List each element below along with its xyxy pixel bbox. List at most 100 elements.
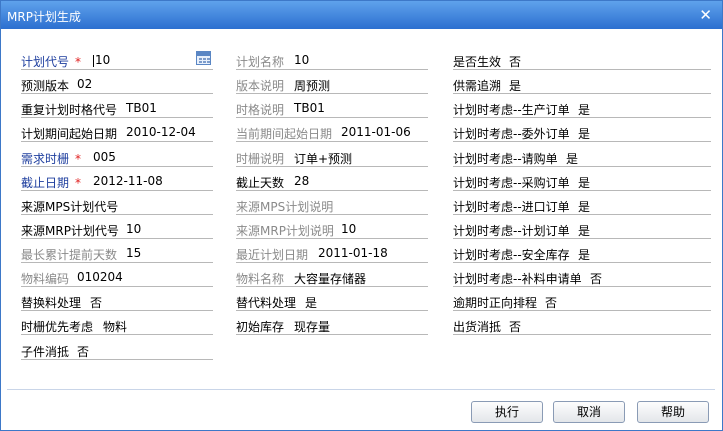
timefence-priority-label: 时栅优先考虑	[21, 320, 94, 334]
initial-stock-value[interactable]: 现存量	[294, 318, 330, 335]
demand-trace-value[interactable]: 是	[509, 77, 521, 94]
src-mrp-desc-field[interactable]: 来源MRP计划说明 10	[236, 219, 428, 239]
src-mps-code-field[interactable]: 来源MPS计划代号	[21, 195, 213, 215]
src-mps-desc-field[interactable]: 来源MPS计划说明	[236, 195, 428, 215]
forecast-version-value[interactable]: 02	[77, 77, 92, 91]
cancel-button[interactable]: 取消	[553, 401, 625, 423]
consider-outsource-field[interactable]: 计划时考虑--委外订单是	[453, 122, 711, 142]
consider-prod-order-label: 计划时考虑--生产订单	[453, 103, 570, 117]
last-plan-date-value[interactable]: 2011-01-18	[318, 246, 388, 260]
timefence-priority-value[interactable]: 物料	[103, 318, 127, 335]
cur-start-date-value[interactable]: 2011-01-06	[341, 125, 411, 139]
src-mrp-code-field[interactable]: 来源MRP计划代号 10	[21, 219, 213, 239]
repeat-plan-fmt-value[interactable]: TB01	[126, 101, 157, 115]
field-underline	[453, 190, 711, 191]
material-name-value[interactable]: 大容量存储器	[294, 270, 366, 287]
cur-start-date-field[interactable]: 当前期间起始日期 2011-01-06	[236, 122, 428, 142]
consider-purchase-value[interactable]: 是	[578, 174, 590, 191]
shipment-offset-value[interactable]: 否	[509, 318, 521, 335]
cutoff-days-value[interactable]: 28	[294, 174, 309, 188]
consider-plan-order-field[interactable]: 计划时考虑--计划订单是	[453, 219, 711, 239]
alternative-material-value[interactable]: 是	[305, 294, 317, 311]
consider-outsource-label: 计划时考虑--委外订单	[453, 127, 570, 141]
repeat-plan-fmt-field[interactable]: 重复计划时格代号 TB01	[21, 98, 213, 118]
version-desc-field[interactable]: 版本说明 周预测	[236, 74, 428, 94]
demand-timefence-field[interactable]: 需求时栅 * 005	[21, 147, 213, 167]
consider-requisition-value[interactable]: 是	[566, 150, 578, 167]
time-fmt-desc-field[interactable]: 时格说明 TB01	[236, 98, 428, 118]
substitute-material-value[interactable]: 否	[90, 294, 102, 311]
field-underline	[453, 334, 711, 335]
last-plan-date-field[interactable]: 最近计划日期 2011-01-18	[236, 243, 428, 263]
version-desc-label: 版本说明	[236, 79, 285, 93]
plan-code-field[interactable]: 计划代号 * 10	[21, 50, 213, 70]
material-code-value[interactable]: 010204	[77, 270, 123, 284]
cutoff-days-field[interactable]: 截止天数 28	[236, 171, 428, 191]
calendar-icon[interactable]	[196, 51, 211, 65]
timefence-desc-field[interactable]: 时栅说明 订单+预测	[236, 147, 428, 167]
text-caret	[93, 54, 94, 67]
plan-name-field[interactable]: 计划名称 10	[236, 50, 428, 70]
max-lead-days-field[interactable]: 最长累计提前天数 15	[21, 243, 213, 263]
consider-import-field[interactable]: 计划时考虑--进口订单是	[453, 195, 711, 215]
plan-start-date-value[interactable]: 2010-12-04	[126, 125, 196, 139]
field-underline	[21, 69, 213, 70]
component-offset-value[interactable]: 否	[77, 343, 89, 360]
consider-safety-stock-field[interactable]: 计划时考虑--安全库存是	[453, 243, 711, 263]
src-mrp-code-value[interactable]: 10	[126, 222, 141, 236]
max-lead-days-label: 最长累计提前天数	[21, 248, 118, 262]
field-underline	[236, 166, 428, 167]
title-bar[interactable]: MRP计划生成 ✕	[1, 1, 722, 29]
initial-stock-field[interactable]: 初始库存 现存量	[236, 315, 428, 335]
consider-replenish-label: 计划时考虑--补料申请单	[453, 272, 582, 286]
field-underline	[236, 334, 428, 335]
is-effective-field[interactable]: 是否生效否	[453, 50, 711, 70]
forecast-version-field[interactable]: 预测版本 02	[21, 74, 213, 94]
consider-plan-order-label: 计划时考虑--计划订单	[453, 224, 570, 238]
src-mrp-desc-value[interactable]: 10	[341, 222, 356, 236]
help-button[interactable]: 帮助	[637, 401, 709, 423]
max-lead-days-value[interactable]: 15	[126, 246, 141, 260]
material-name-field[interactable]: 物料名称 大容量存储器	[236, 267, 428, 287]
consider-prod-order-field[interactable]: 计划时考虑--生产订单是	[453, 98, 711, 118]
timefence-desc-value[interactable]: 订单+预测	[294, 150, 352, 167]
overdue-forward-field[interactable]: 逾期时正向排程否	[453, 291, 711, 311]
consider-safety-stock-label: 计划时考虑--安全库存	[453, 248, 570, 262]
divider	[7, 389, 715, 390]
plan-code-value[interactable]: 10	[93, 53, 110, 67]
consider-import-value[interactable]: 是	[578, 198, 590, 215]
version-desc-value[interactable]: 周预测	[294, 77, 330, 94]
is-effective-value[interactable]: 否	[509, 53, 521, 70]
consider-safety-stock-value[interactable]: 是	[578, 246, 590, 263]
execute-button[interactable]: 执行	[471, 401, 543, 423]
mrp-plan-dialog: MRP计划生成 ✕ 计划代号 * 10 计划名称 10 是否生效否预测版本 02 版本说明 周预…	[0, 0, 723, 431]
alternative-material-field[interactable]: 替代料处理是	[236, 291, 428, 311]
shipment-offset-label: 出货消抵	[453, 320, 502, 334]
consider-prod-order-value[interactable]: 是	[578, 101, 590, 118]
field-underline	[21, 214, 213, 215]
overdue-forward-value[interactable]: 否	[545, 294, 557, 311]
substitute-material-field[interactable]: 替换料处理否	[21, 291, 213, 311]
cutoff-date-value[interactable]: 2012-11-08	[93, 174, 163, 188]
required-star: *	[75, 55, 82, 69]
cutoff-days-label: 截止天数	[236, 176, 285, 190]
component-offset-field[interactable]: 子件消抵否	[21, 340, 213, 360]
close-icon[interactable]: ✕	[699, 6, 712, 24]
cutoff-date-field[interactable]: 截止日期 * 2012-11-08	[21, 171, 213, 191]
consider-requisition-field[interactable]: 计划时考虑--请购单是	[453, 147, 711, 167]
consider-replenish-value[interactable]: 否	[590, 270, 602, 287]
shipment-offset-field[interactable]: 出货消抵否	[453, 315, 711, 335]
time-fmt-desc-value[interactable]: TB01	[294, 101, 325, 115]
consider-outsource-value[interactable]: 是	[578, 125, 590, 142]
material-code-field[interactable]: 物料编码 010204	[21, 267, 213, 287]
initial-stock-label: 初始库存	[236, 320, 285, 334]
plan-name-value[interactable]: 10	[294, 53, 309, 67]
demand-timefence-value[interactable]: 005	[93, 150, 116, 164]
timefence-priority-field[interactable]: 时栅优先考虑 物料	[21, 315, 213, 335]
plan-start-date-field[interactable]: 计划期间起始日期 2010-12-04	[21, 122, 213, 142]
consider-purchase-field[interactable]: 计划时考虑--采购订单是	[453, 171, 711, 191]
consider-replenish-field[interactable]: 计划时考虑--补料申请单否	[453, 267, 711, 287]
field-underline	[21, 238, 213, 239]
demand-trace-field[interactable]: 供需追溯是	[453, 74, 711, 94]
consider-plan-order-value[interactable]: 是	[578, 222, 590, 239]
